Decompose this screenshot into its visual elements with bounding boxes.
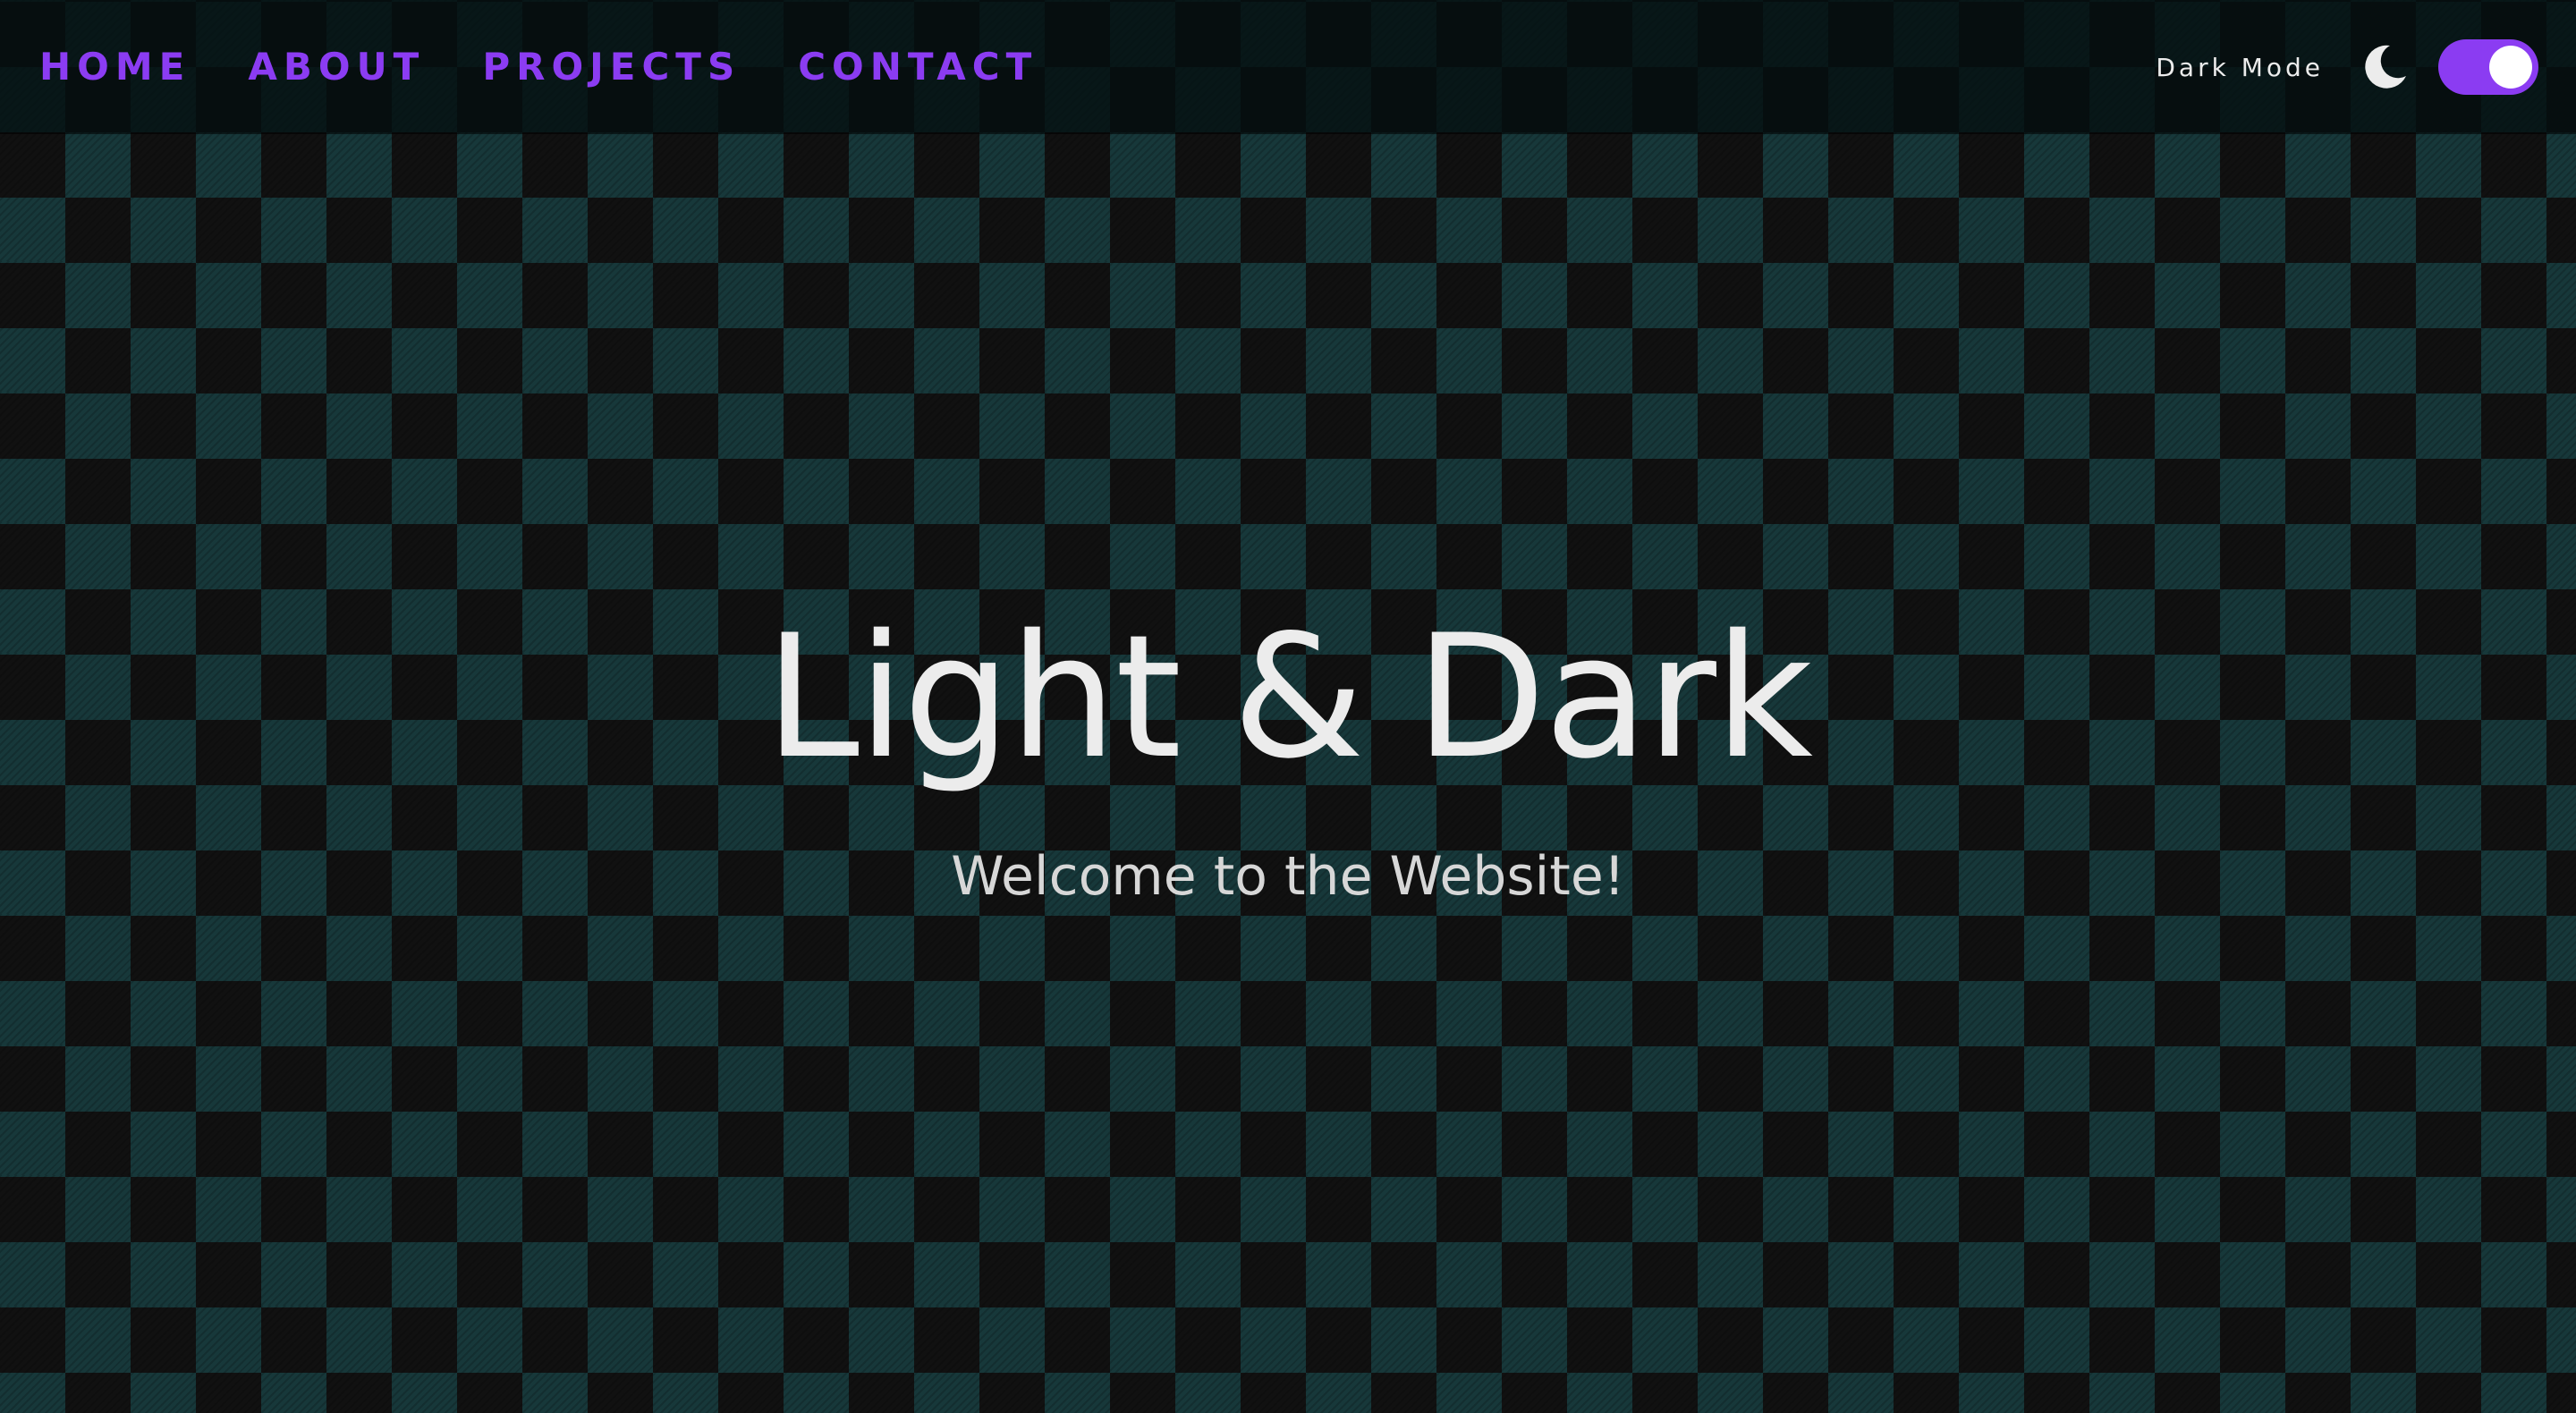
top-nav-bar: HOME ABOUT PROJECTS CONTACT Dark Mode xyxy=(0,0,2576,132)
moon-icon xyxy=(2365,45,2406,89)
nav-link-home[interactable]: HOME xyxy=(39,39,191,95)
theme-toggle-group: Dark Mode xyxy=(2156,39,2538,95)
toggle-knob xyxy=(2489,46,2532,89)
hero-subtitle: Welcome to the Website! xyxy=(951,845,1625,908)
hero-section: Light & Dark Welcome to the Website! xyxy=(0,590,2576,912)
nav-link-about[interactable]: ABOUT xyxy=(248,39,425,95)
hero-title: Light & Dark xyxy=(765,598,1813,796)
page: HOME ABOUT PROJECTS CONTACT Dark Mode Li… xyxy=(0,0,2576,1413)
nav-link-contact[interactable]: CONTACT xyxy=(798,39,1038,95)
main-navigation: HOME ABOUT PROJECTS CONTACT xyxy=(39,39,1038,95)
dark-mode-toggle[interactable] xyxy=(2438,39,2538,95)
dark-mode-label: Dark Mode xyxy=(2156,52,2324,82)
nav-link-projects[interactable]: PROJECTS xyxy=(482,39,741,95)
